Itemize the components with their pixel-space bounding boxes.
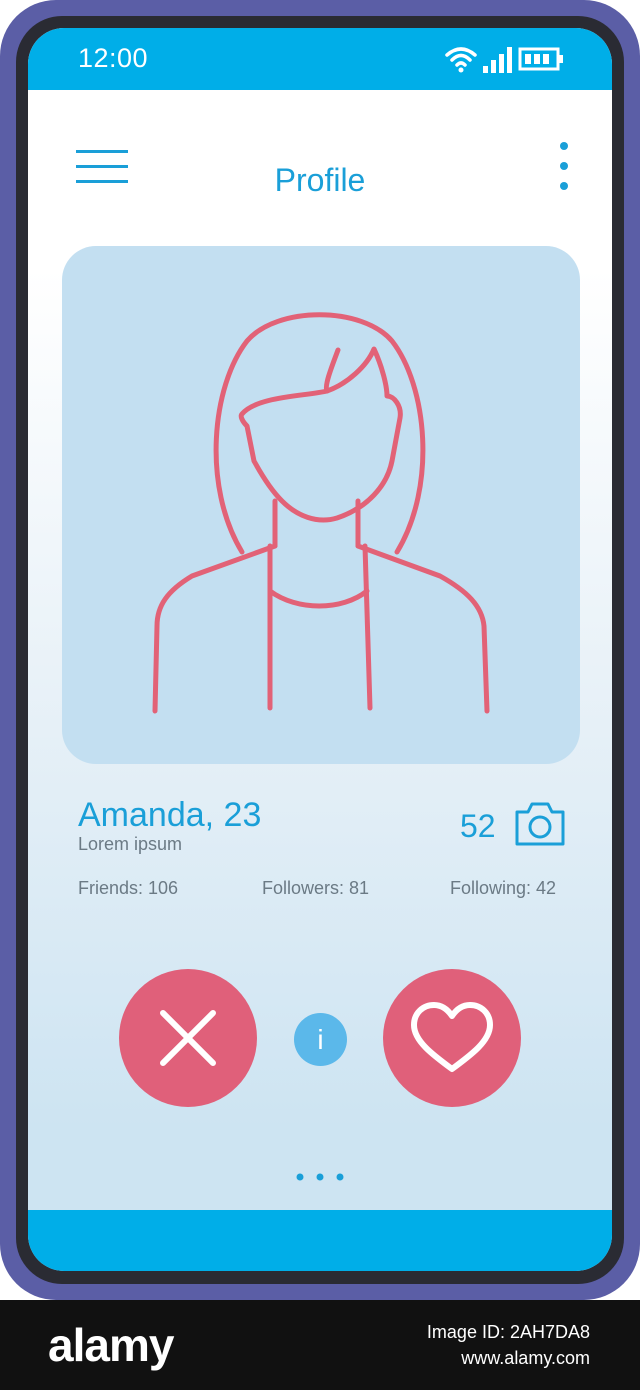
app-screen: 12:00 Profile Amanda, 23 Lorem ipsum 52 … <box>28 28 612 1271</box>
dislike-button[interactable] <box>119 969 257 1107</box>
bottom-bar <box>28 1210 612 1271</box>
watermark-band: alamy Image ID: 2AH7DA8 www.alamy.com <box>0 1300 640 1390</box>
page-dot <box>336 1173 344 1181</box>
battery-icon <box>518 47 563 71</box>
page-title: Profile <box>274 162 366 198</box>
followers-count[interactable]: Followers: 81 <box>262 878 369 899</box>
page-indicator <box>296 1173 344 1181</box>
camera-icon[interactable] <box>514 796 566 848</box>
status-time: 12:00 <box>78 43 149 73</box>
close-icon <box>160 1010 216 1066</box>
watermark-logo: alamy <box>48 1319 174 1371</box>
vertical-dots-icon[interactable] <box>558 140 570 192</box>
watermark-site: www.alamy.com <box>461 1348 590 1368</box>
like-button[interactable] <box>383 969 521 1107</box>
signal-icon <box>483 47 512 73</box>
page-dot <box>316 1173 324 1181</box>
photo-count: 52 <box>460 808 496 844</box>
heart-icon <box>411 1002 493 1072</box>
friends-count[interactable]: Friends: 106 <box>78 878 178 899</box>
profile-name: Amanda, 23 <box>78 796 262 834</box>
page-dot <box>296 1173 304 1181</box>
info-button[interactable]: i <box>294 1013 347 1066</box>
woman-avatar-icon <box>152 312 490 714</box>
status-bar: 12:00 <box>28 28 612 90</box>
watermark-image-id: Image ID: 2AH7DA8 <box>426 1322 590 1342</box>
following-count[interactable]: Following: 42 <box>450 878 556 899</box>
wifi-icon <box>445 47 477 73</box>
profile-subtitle: Lorem ipsum <box>78 834 183 854</box>
profile-photo-card[interactable] <box>62 246 580 764</box>
top-nav: Profile <box>28 90 612 240</box>
